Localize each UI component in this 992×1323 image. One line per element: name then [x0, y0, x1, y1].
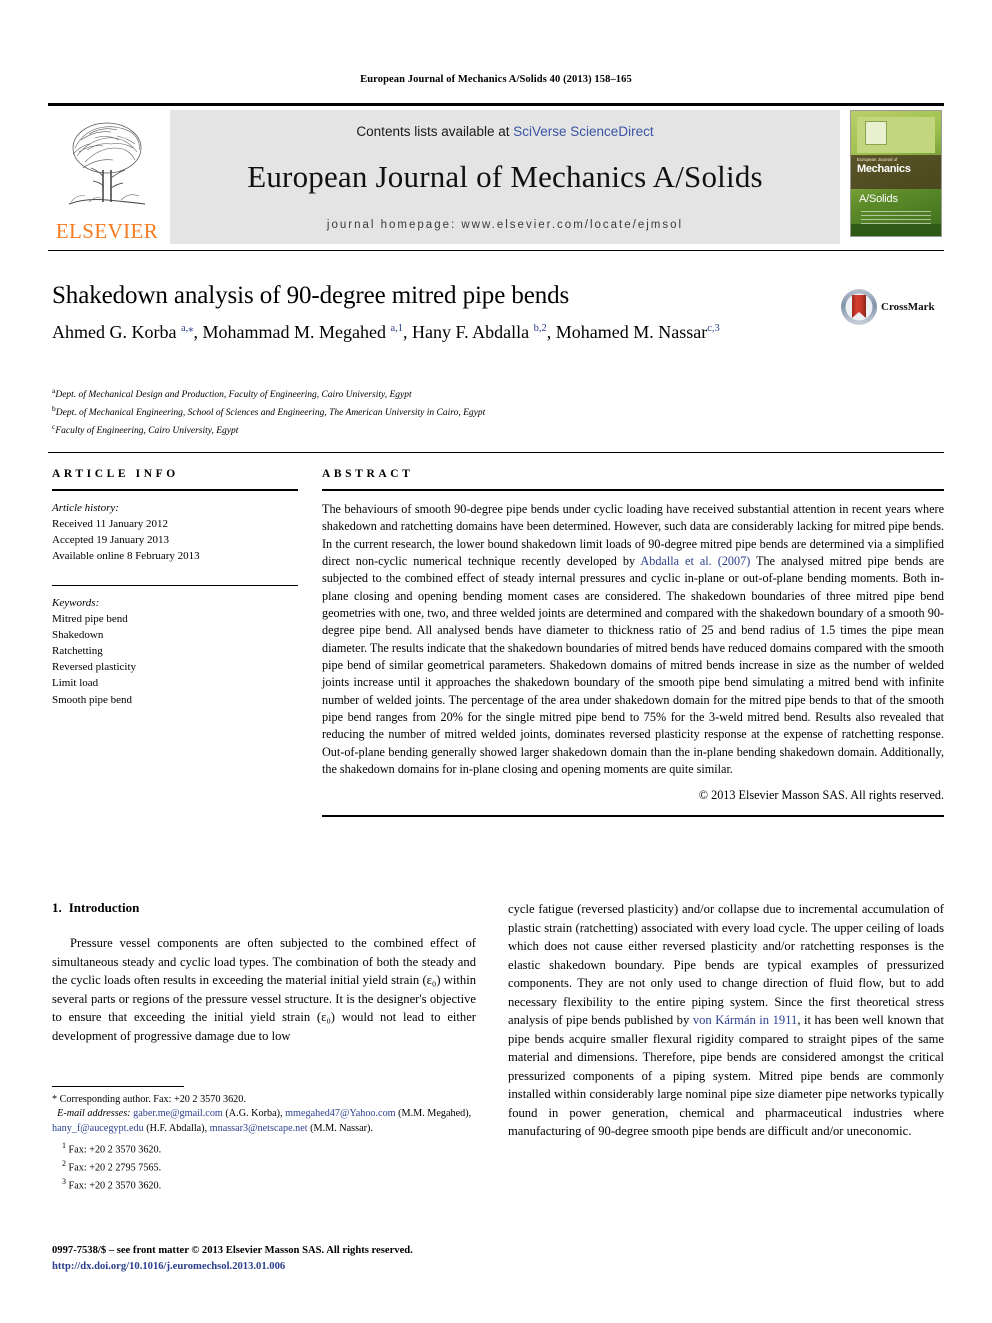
- keyword-item: Limit load: [52, 677, 99, 690]
- contents-prefix: Contents lists available at: [356, 124, 514, 139]
- email-link-4[interactable]: mnassar3@netscape.net: [210, 1123, 308, 1134]
- journal-homepage-link[interactable]: journal homepage: www.elsevier.com/locat…: [170, 219, 840, 231]
- footnote-marker: 2: [62, 1159, 66, 1169]
- keywords-rule: [52, 584, 298, 586]
- affiliation-text: Faculty of Engineering, Cairo University…: [55, 425, 239, 436]
- section-heading-introduction: 1. Introduction: [52, 900, 476, 916]
- cover-elsevier-mini-logo: [865, 121, 887, 145]
- intro-right-part-1: cycle fatigue (reversed plasticity) and/…: [508, 902, 944, 1027]
- history-received: Received 11 January 2012: [52, 518, 168, 531]
- von-karman-citation-link[interactable]: von Kármán in 1911: [693, 1013, 798, 1027]
- contents-available-line: Contents lists available at SciVerse Sci…: [356, 124, 653, 139]
- email-link-3[interactable]: hany_f@aucegypt.edu: [52, 1123, 144, 1134]
- email-owner-4: (M.M. Nassar).: [310, 1122, 373, 1134]
- keywords-label: Keywords:: [52, 596, 100, 609]
- issn-line: 0997-7538/$ – see front matter © 2013 El…: [52, 1245, 413, 1256]
- affiliation-list: aDept. of Mechanical Design and Producti…: [52, 385, 812, 439]
- elsevier-tree-icon: [68, 122, 146, 205]
- email-owner-3: (H.F. Abdalla): [146, 1122, 205, 1134]
- intro-paragraph-left: Pressure vessel components are often sub…: [52, 936, 476, 1043]
- intro-right-part-2: , it has been well known that pipe bends…: [508, 1013, 945, 1138]
- body-column-right: cycle fatigue (reversed plasticity) and/…: [508, 900, 944, 1141]
- abstract-column: ABSTRACT The behaviours of smooth 90-deg…: [322, 468, 944, 818]
- footnote-item-2: 2 Fax: +20 2 2795 7565.: [52, 1158, 476, 1176]
- article-history-label: Article history:: [52, 502, 119, 514]
- footnote-text: Fax: +20 2 3570 3620.: [68, 1180, 162, 1192]
- body-column-left: 1. Introduction Pressure vessel component…: [52, 900, 476, 1045]
- affiliation-text: Dept. of Mechanical Design and Productio…: [55, 390, 412, 401]
- article-info-heading: ARTICLE INFO: [52, 468, 179, 480]
- numbered-footnotes: 1 Fax: +20 2 3570 3620. 2 Fax: +20 2 279…: [52, 1140, 476, 1193]
- abstract-rule: [322, 489, 944, 491]
- sciencedirect-link[interactable]: SciVerse ScienceDirect: [513, 124, 653, 139]
- affiliation-item: cFaculty of Engineering, Cairo Universit…: [52, 421, 239, 436]
- journal-masthead: ELSEVIER Contents lists available at Sci…: [48, 103, 944, 244]
- paper-page: European Journal of Mechanics A/Solids 4…: [0, 0, 992, 1323]
- info-divider: [48, 452, 944, 453]
- footnote-item-3: 3 Fax: +20 2 3570 3620.: [52, 1176, 476, 1194]
- affiliation-item: aDept. of Mechanical Design and Producti…: [52, 386, 412, 401]
- cover-line2: Mechanics: [857, 163, 911, 175]
- email-owner-2: (M.M. Megahed): [398, 1108, 469, 1120]
- keyword-item: Reversed plasticity: [52, 661, 137, 674]
- doi-link[interactable]: http://dx.doi.org/10.1016/j.euromechsol.…: [52, 1259, 522, 1275]
- keywords-block: Keywords: Mitred pipe bend Shakedown Rat…: [52, 595, 298, 708]
- footnote-marker: 1: [62, 1141, 66, 1151]
- abstract-citation-link[interactable]: Abdalla et al. (2007): [640, 554, 750, 568]
- running-head: European Journal of Mechanics A/Solids 4…: [360, 74, 632, 85]
- section-number: 1.: [52, 900, 62, 915]
- section-title: Introduction: [68, 900, 140, 915]
- author-list: Ahmed G. Korba a,⁎, Mohammad M. Megahed …: [52, 322, 720, 342]
- journal-band: Contents lists available at SciVerse Sci…: [170, 110, 840, 244]
- abstract-heading: ABSTRACT: [322, 468, 414, 480]
- article-history: Article history: Received 11 January 201…: [52, 500, 298, 565]
- title-divider: [48, 250, 944, 251]
- journal-cover-thumbnail[interactable]: European Journal of Mechanics A/Solids: [846, 110, 944, 244]
- history-accepted: Accepted 19 January 2013: [52, 534, 169, 547]
- cover-line3: A/Solids: [859, 193, 898, 205]
- article-info-column: ARTICLE INFO Article history: Received 1…: [52, 468, 298, 708]
- crossmark-label: CrossMark: [881, 301, 935, 313]
- cover-artwork: European Journal of Mechanics A/Solids: [850, 110, 942, 237]
- crossmark-icon: [841, 289, 877, 325]
- email-label: E-mail addresses:: [57, 1108, 131, 1120]
- crossmark-badge[interactable]: CrossMark: [840, 288, 944, 326]
- history-online: Available online 8 February 2013: [52, 550, 200, 563]
- email-link-2[interactable]: mmegahed47@Yahoo.com: [285, 1108, 396, 1119]
- footnote-marker: 3: [62, 1176, 66, 1186]
- abstract-text: The behaviours of smooth 90-degree pipe …: [322, 501, 944, 778]
- imprint-block: 0997-7538/$ – see front matter © 2013 El…: [52, 1243, 522, 1275]
- email-link-1[interactable]: gaber.me@gmail.com: [133, 1108, 223, 1119]
- corresponding-author-note: * Corresponding author. Fax: +20 2 3570 …: [52, 1094, 246, 1105]
- keyword-item: Ratchetting: [52, 645, 103, 658]
- journal-title: European Journal of Mechanics A/Solids: [247, 159, 763, 194]
- elsevier-wordmark: ELSEVIER: [55, 219, 159, 243]
- keyword-item: Smooth pipe bend: [52, 693, 133, 706]
- affiliation-text: Dept. of Mechanical Engineering, School …: [55, 408, 486, 419]
- abstract-part-2: The analysed mitred pipe bends are subje…: [322, 553, 944, 776]
- cover-bottom-band: [851, 224, 941, 236]
- page-title: Shakedown analysis of 90-degree mitred p…: [52, 282, 570, 309]
- footnote-item-1: 1 Fax: +20 2 3570 3620.: [52, 1140, 476, 1158]
- abstract-bottom-divider: [322, 815, 944, 818]
- intro-paragraph-right: cycle fatigue (reversed plasticity) and/…: [508, 900, 944, 1141]
- cover-line1: European Journal of: [857, 157, 898, 162]
- affiliation-item: bDept. of Mechanical Engineering, School…: [52, 403, 486, 419]
- footnote-text: Fax: +20 2 2795 7565.: [68, 1162, 162, 1174]
- abstract-copyright: © 2013 Elsevier Masson SAS. All rights r…: [698, 788, 944, 803]
- keyword-item: Mitred pipe bend: [52, 612, 128, 625]
- email-owner-1: (A.G. Korba): [225, 1108, 281, 1120]
- footnote-divider: [52, 1086, 184, 1087]
- footnote-text: Fax: +20 2 3570 3620.: [68, 1144, 162, 1156]
- footnote-block: * Corresponding author. Fax: +20 2 3570 …: [52, 1086, 476, 1194]
- keyword-item: Shakedown: [52, 628, 104, 641]
- article-info-rule: [52, 489, 298, 491]
- elsevier-logo: ELSEVIER: [48, 110, 166, 244]
- email-addresses-note: E-mail addresses: gaber.me@gmail.com (A.…: [52, 1108, 472, 1134]
